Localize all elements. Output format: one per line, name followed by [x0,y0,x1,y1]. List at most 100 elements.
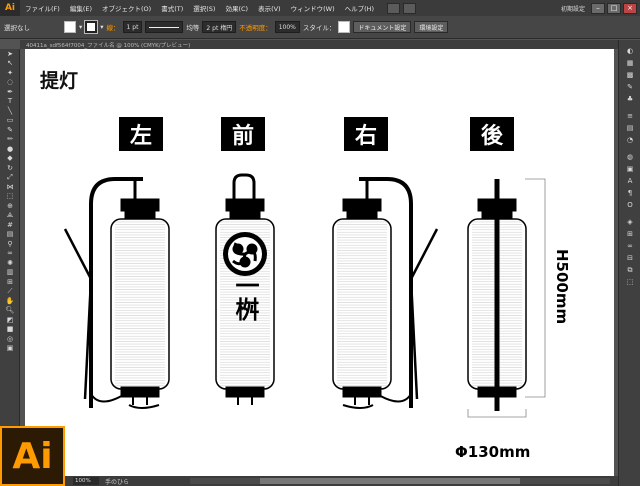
menu-bar: Ai ファイル(F) 編集(E) オブジェクト(O) 書式(T) 選択(S) 効果(C) 表… [0,0,640,16]
width-tool-icon[interactable]: ⋈ [0,182,20,192]
menu-item-5[interactable]: 効果(C) [220,3,253,13]
rectangle-tool-icon[interactable]: ▭ [0,116,20,126]
line-tool-icon[interactable]: ╲ [0,106,20,116]
links-panel-icon[interactable]: ∞ [619,240,640,252]
eyedropper-tool-icon[interactable]: ⚲ [0,239,20,249]
magic-wand-tool-icon[interactable]: ✦ [0,68,20,78]
transparency-panel-icon[interactable]: ◔ [619,134,640,146]
artboard-tool-icon[interactable]: ⊞ [0,277,20,287]
artwork-title: 提灯 [40,69,78,92]
brush-definition-field[interactable]: 2 pt 楕円 [202,21,237,33]
slice-tool-icon[interactable]: ⟋ [0,287,20,297]
menu-item-2[interactable]: オブジェクト(O) [97,3,156,13]
color-guide-icon[interactable]: ▦ [619,57,640,69]
fill-stroke-icon[interactable]: ◩ [0,315,20,325]
menu-item-6[interactable]: 表示(V) [253,3,286,13]
pathfinder-panel-icon[interactable]: ⧉ [619,264,640,276]
lantern-front-text-1: 一桝 [231,273,259,322]
close-button[interactable]: × [623,2,637,14]
illustrator-logo: Ai [0,426,65,486]
minimize-button[interactable]: – [591,2,605,14]
brushes-panel-icon[interactable]: ✎ [619,81,640,93]
align-panel-icon[interactable]: ⊟ [619,252,640,264]
transform-panel-icon[interactable]: ⬚ [619,276,640,288]
eraser-tool-icon[interactable]: ◆ [0,154,20,164]
rotate-tool-icon[interactable]: ↻ [0,163,20,173]
hand-tool-icon[interactable]: ✋ [0,296,20,306]
preferences-button[interactable]: 環境設定 [414,21,449,33]
menu-item-3[interactable]: 書式(T) [156,3,188,13]
zoom-level-field[interactable]: 100% [73,477,99,485]
drawing-mode-icon[interactable]: ◎ [0,334,20,344]
current-tool-label: 手のひら [105,478,130,486]
fill-dropdown-icon[interactable]: ▾ [79,23,82,31]
direct-selection-tool-icon[interactable]: ↖ [0,59,20,69]
stroke-swatch[interactable] [84,20,99,34]
bridge-icon[interactable] [387,2,401,14]
mesh-tool-icon[interactable]: # [0,220,20,230]
shape-builder-tool-icon[interactable]: ⊕ [0,201,20,211]
graphic-style-swatch[interactable] [338,21,351,33]
arrange-documents-icon[interactable] [403,2,417,14]
artboard[interactable]: 提灯 左 前 右 後 一桝 H500mm Φ130mm [25,49,614,476]
fill-swatch[interactable] [64,21,76,33]
stroke-label[interactable]: 線： [107,22,120,32]
menu-item-0[interactable]: ファイル(F) [20,3,65,13]
lasso-tool-icon[interactable]: ◌ [0,78,20,88]
stroke-dropdown-icon[interactable]: ▾ [100,23,103,31]
menu-items: ファイル(F) 編集(E) オブジェクト(O) 書式(T) 選択(S) 効果(C) 表示(V… [20,3,379,13]
opacity-field[interactable]: 100% [274,21,300,33]
graph-tool-icon[interactable]: ▥ [0,268,20,278]
variable-width-profile[interactable] [145,21,184,33]
document-tab[interactable]: 40411a_sdf564f7004_ファイル名 @ 100% (CMYK/プレ… [20,40,618,49]
zoom-tool-icon[interactable]: 🔍︎ [0,306,20,316]
pen-tool-icon[interactable]: ✒ [0,87,20,97]
view-label-left-text: 左 [130,123,152,149]
opentype-panel-icon[interactable]: O [619,199,640,211]
symbols-panel-icon[interactable]: ♣ [619,93,640,105]
menu-item-1[interactable]: 編集(E) [65,3,97,13]
menu-item-4[interactable]: 選択(S) [188,3,220,13]
opacity-label[interactable]: 不透明度： [239,22,272,32]
style-label: スタイル： [302,24,336,32]
perspective-grid-tool-icon[interactable]: ⟁ [0,211,20,221]
menu-item-8[interactable]: ヘルプ(H) [340,3,379,13]
blend-tool-icon[interactable]: ∞ [0,249,20,259]
canvas-area[interactable]: 提灯 左 前 右 後 一桝 H500mm Φ130mm [21,49,618,476]
view-label-front-text: 前 [232,123,254,149]
menu-quick-icons [387,2,417,14]
gradient-panel-icon[interactable]: ▤ [619,122,640,134]
character-panel-icon[interactable]: A [619,175,640,187]
appearance-panel-icon[interactable]: ◍ [619,151,640,163]
horizontal-scrollbar-thumb[interactable] [260,478,520,484]
graphic-styles-panel-icon[interactable]: ▣ [619,163,640,175]
blob-brush-tool-icon[interactable]: ● [0,144,20,154]
layers-panel-icon[interactable]: ◈ [619,216,640,228]
symbol-sprayer-tool-icon[interactable]: ✺ [0,258,20,268]
stroke-weight-field[interactable]: 1 pt [122,21,143,33]
artboards-panel-icon[interactable]: ⊞ [619,228,640,240]
screen-mode-icon[interactable]: ▣ [0,344,20,354]
pencil-tool-icon[interactable]: ✏ [0,135,20,145]
lantern-back-view [467,178,546,418]
selection-tool-icon[interactable]: ➤ [0,49,20,59]
scale-tool-icon[interactable]: ⤢ [0,173,20,183]
color-mode-icon[interactable]: ■ [0,325,20,335]
paintbrush-tool-icon[interactable]: ✎ [0,125,20,135]
menu-item-7[interactable]: ウィンドウ(W) [286,3,340,13]
horizontal-scrollbar[interactable] [190,478,610,484]
workspace-switcher[interactable]: 初期設定 [557,3,589,14]
swatches-panel-icon[interactable]: ▩ [619,69,640,81]
maximize-button[interactable]: □ [607,2,621,14]
control-bar: 選択なし ▾ ▾ 線： 1 pt 均等 2 pt 楕円 不透明度： 100% ス… [0,16,640,39]
type-tool-icon[interactable]: T [0,97,20,107]
gradient-tool-icon[interactable]: ▤ [0,230,20,240]
lantern-artwork[interactable]: 提灯 左 前 右 後 一桝 H500mm Φ130mm [25,49,614,476]
free-transform-tool-icon[interactable]: ⬚ [0,192,20,202]
color-panel-icon[interactable]: ◐ [619,45,640,57]
stroke-panel-icon[interactable]: ≡ [619,110,640,122]
document-setup-button[interactable]: ドキュメント設定 [353,21,412,33]
view-label-left: 左 [119,117,163,151]
height-dimension-label: H500mm [553,249,571,324]
paragraph-panel-icon[interactable]: ¶ [619,187,640,199]
